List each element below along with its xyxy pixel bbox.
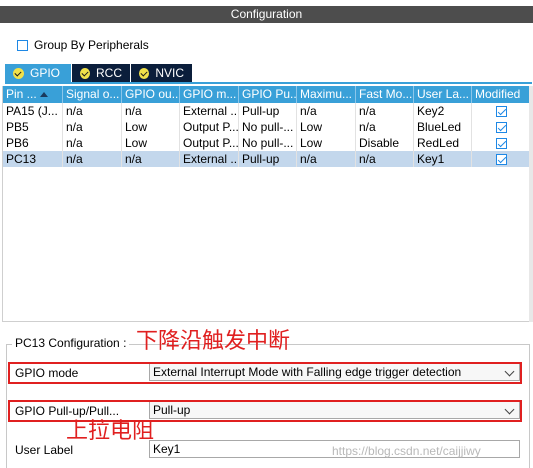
check-circle-icon	[139, 67, 150, 79]
check-circle-icon	[80, 67, 90, 79]
cell-max-speed: n/a	[297, 151, 356, 167]
cell-user-label: Key2	[414, 103, 472, 119]
tab-nvic-label: NVIC	[155, 66, 184, 80]
group-by-label: Group By Peripherals	[34, 38, 149, 52]
cell-pin: PA15 (J...	[3, 103, 63, 119]
gpio-mode-highlight	[8, 362, 522, 384]
group-by-peripherals-toggle[interactable]: Group By Peripherals	[17, 37, 149, 53]
pin-configuration-title: PC13 Configuration :	[12, 336, 130, 350]
user-label-label: User Label	[15, 443, 74, 457]
cell-gpio-pull: No pull-...	[239, 135, 297, 151]
cell-signal: n/a	[63, 151, 122, 167]
column-header-fast-mode[interactable]: Fast Mo...	[356, 86, 414, 103]
tab-rcc-label: RCC	[96, 66, 122, 80]
tab-underline	[5, 82, 532, 84]
configuration-title-bar: Configuration	[0, 6, 533, 23]
cell-gpio-pull: Pull-up	[239, 151, 297, 167]
cell-user-label: BlueLed	[414, 119, 472, 135]
cell-fast-mode: n/a	[356, 151, 414, 167]
annotation-pull-up: 上拉电阻	[66, 419, 155, 444]
modified-checkbox[interactable]	[495, 122, 507, 134]
cell-gpio-mode: External ...	[180, 151, 239, 167]
cell-signal: n/a	[63, 119, 122, 135]
tab-nvic[interactable]: NVIC	[131, 64, 193, 82]
cell-max-speed: Low	[297, 119, 356, 135]
cell-fast-mode: n/a	[356, 103, 414, 119]
cell-user-label: Key1	[414, 151, 472, 167]
modified-checkbox[interactable]	[495, 106, 507, 118]
cell-signal: n/a	[63, 135, 122, 151]
table-row[interactable]: PB5 n/a Low Output P... No pull-... Low …	[3, 119, 530, 135]
cell-gpio-pull: Pull-up	[239, 103, 297, 119]
cell-max-speed: Low	[297, 135, 356, 151]
tab-gpio[interactable]: GPIO	[5, 64, 72, 82]
column-header-gpio-pull[interactable]: GPIO Pu...	[239, 86, 297, 103]
cell-gpio-pull: No pull-...	[239, 119, 297, 135]
column-header-pin[interactable]: Pin ...	[3, 86, 63, 103]
cell-modified	[472, 151, 530, 167]
cell-pin: PC13	[3, 151, 63, 167]
cell-modified	[472, 135, 530, 151]
check-circle-icon	[13, 67, 24, 79]
cell-modified	[472, 119, 530, 135]
column-header-gpio-output[interactable]: GPIO ou...	[122, 86, 180, 103]
cell-gpio-output: n/a	[122, 151, 180, 167]
cell-fast-mode: Disable	[356, 135, 414, 151]
tab-rcc[interactable]: RCC	[72, 64, 131, 82]
table-scrollbar[interactable]	[529, 86, 533, 322]
table-row[interactable]: PB6 n/a Low Output P... No pull-... Low …	[3, 135, 530, 151]
cell-gpio-output: n/a	[122, 103, 180, 119]
cell-gpio-output: Low	[122, 135, 180, 151]
modified-checkbox[interactable]	[495, 138, 507, 150]
tab-bar: GPIO RCC NVIC	[5, 64, 193, 82]
modified-checkbox[interactable]	[495, 154, 507, 166]
cell-user-label: RedLed	[414, 135, 472, 151]
cell-modified	[472, 103, 530, 119]
watermark-text: https://blog.csdn.net/caijjiwy	[332, 444, 481, 458]
cell-signal: n/a	[63, 103, 122, 119]
cell-gpio-mode: Output P...	[180, 135, 239, 151]
table-row[interactable]: PA15 (J... n/a n/a External ... Pull-up …	[3, 103, 530, 119]
cell-max-speed: n/a	[297, 103, 356, 119]
cell-gpio-mode: External ...	[180, 103, 239, 119]
cell-pin: PB5	[3, 119, 63, 135]
cell-pin: PB6	[3, 135, 63, 151]
column-header-modified[interactable]: Modified	[472, 86, 530, 103]
table-header: Pin ... Signal o... GPIO ou... GPIO m...…	[3, 86, 530, 103]
sort-ascending-icon	[39, 92, 48, 98]
cell-fast-mode: n/a	[356, 119, 414, 135]
column-header-max-speed[interactable]: Maximu...	[297, 86, 356, 103]
annotation-falling-edge: 下降沿触发中断	[136, 329, 291, 354]
cell-gpio-output: Low	[122, 119, 180, 135]
group-by-checkbox[interactable]	[17, 39, 28, 51]
user-label-value: Key1	[153, 442, 181, 456]
tab-gpio-label: GPIO	[30, 66, 61, 80]
table-row-selected[interactable]: PC13 n/a n/a External ... Pull-up n/a n/…	[3, 151, 530, 167]
column-header-gpio-mode[interactable]: GPIO m...	[180, 86, 239, 103]
gpio-pin-table: Pin ... Signal o... GPIO ou... GPIO m...…	[2, 86, 531, 322]
column-header-user-label[interactable]: User La...	[414, 86, 472, 103]
cell-gpio-mode: Output P...	[180, 119, 239, 135]
column-header-signal[interactable]: Signal o...	[63, 86, 122, 103]
